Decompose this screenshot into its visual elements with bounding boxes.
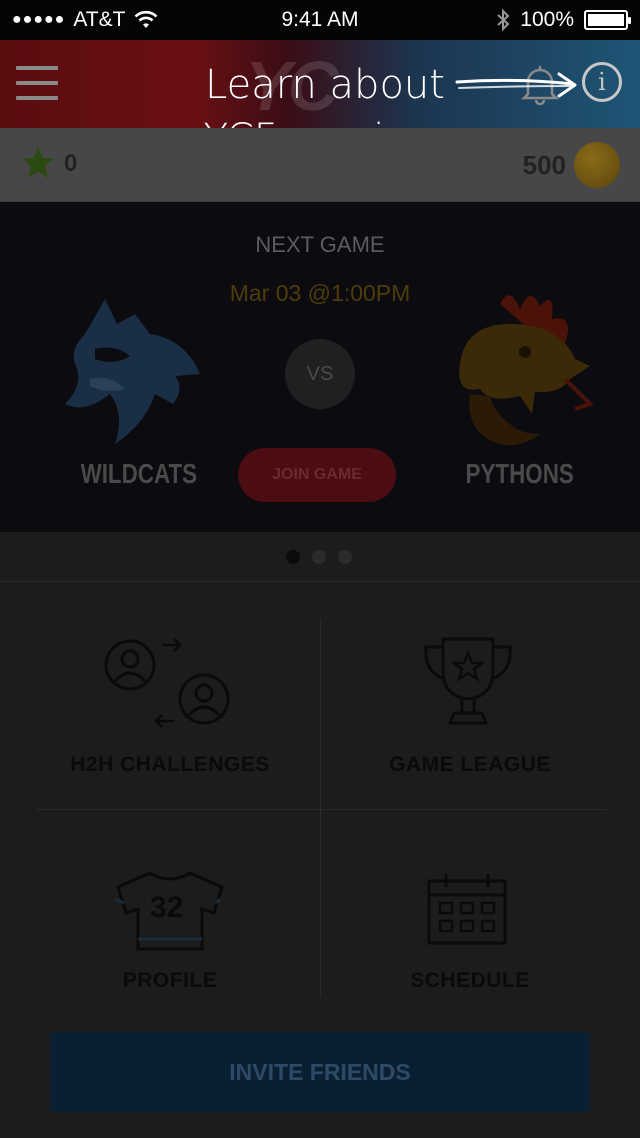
h2h-challenges-icon: [104, 638, 230, 728]
coin-icon: [574, 142, 620, 188]
h2h-challenges-label: H2H CHALLENGES: [70, 753, 270, 776]
menu-icon[interactable]: [16, 66, 58, 100]
profile-tile[interactable]: 32 PROFILE: [10, 819, 330, 1034]
next-game-card[interactable]: NEXT GAME Mar 03 @1:00PM VS WILDCATS JOI…: [0, 202, 640, 532]
pager-dot[interactable]: [312, 550, 326, 564]
battery-percent: 100%: [520, 8, 574, 31]
coin-count: 500: [522, 150, 566, 180]
home-team-name: WILDCATS: [80, 458, 198, 489]
schedule-tile[interactable]: SCHEDULE: [310, 819, 630, 1034]
vs-badge: VS: [285, 339, 355, 409]
star-count: 0: [64, 150, 78, 177]
pager-dot[interactable]: [286, 550, 300, 564]
h2h-challenges-tile[interactable]: H2H CHALLENGES: [10, 603, 330, 818]
game-league-tile[interactable]: GAME LEAGUE: [310, 603, 630, 818]
menu-grid: H2H CHALLENGES GAME LEAGUE 32 PROFILE SC…: [0, 583, 640, 1013]
coach-mark-line-1: Learn about: [205, 62, 445, 108]
game-league-label: GAME LEAGUE: [389, 753, 551, 776]
battery-icon: [584, 10, 631, 30]
star-icon: [22, 147, 54, 178]
schedule-label: SCHEDULE: [410, 969, 530, 992]
next-game-label: NEXT GAME: [255, 232, 385, 257]
wildcats-logo-icon: [65, 299, 200, 444]
profile-label: PROFILE: [122, 969, 218, 992]
away-team-name: PYTHONS: [465, 458, 574, 489]
coach-arrow-icon: [455, 72, 577, 98]
status-bar: ●●●●● AT&T 9:41 AM 100%: [0, 0, 640, 40]
trophy-icon: [424, 637, 512, 725]
pager-dot[interactable]: [338, 550, 352, 564]
invite-friends-button[interactable]: INVITE FRIENDS: [50, 1032, 590, 1112]
bluetooth-icon: [497, 9, 510, 31]
score-bar: 0 500: [0, 128, 640, 202]
info-icon[interactable]: i: [582, 62, 622, 102]
join-game-button[interactable]: JOIN GAME: [238, 448, 396, 502]
jersey-number: 32: [150, 891, 184, 924]
carousel-pager: [0, 532, 640, 582]
status-right: 100%: [496, 8, 631, 32]
pythons-logo-icon: [459, 295, 594, 446]
calendar-icon: [427, 874, 507, 945]
